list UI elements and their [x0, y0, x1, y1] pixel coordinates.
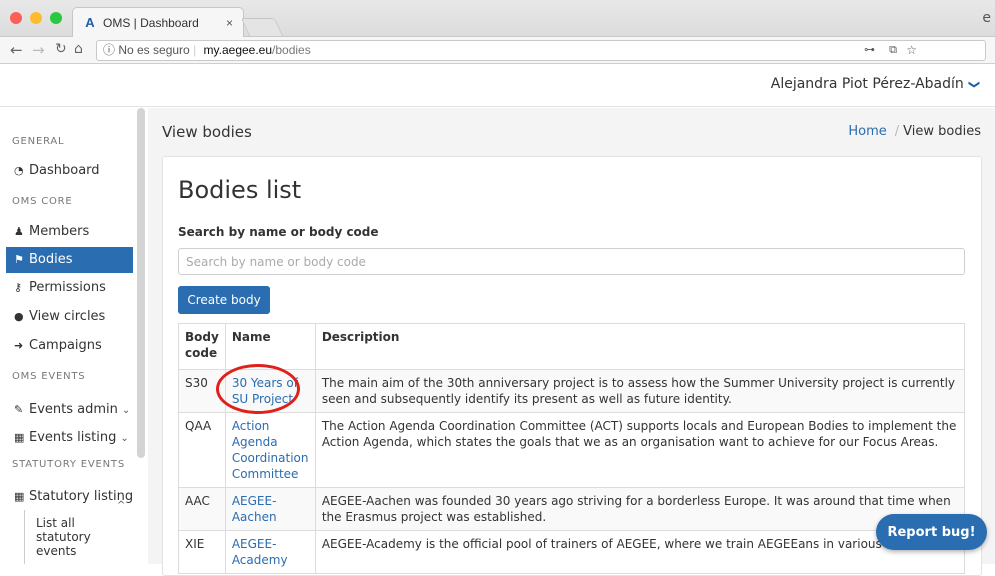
browser-tab-bar: A OMS | Dashboard × e	[0, 0, 995, 37]
flag-icon: ⚑	[14, 253, 24, 266]
calendar-icon: ▦	[14, 490, 25, 503]
submenu-divider	[24, 510, 25, 564]
cell-name-link[interactable]: 30 Years of SU Project	[224, 369, 316, 413]
chevron-down-icon: ❯	[967, 79, 981, 90]
table-row: XIE AEGEE-Academy AEGEE-Academy is the o…	[178, 530, 966, 574]
home-icon[interactable]: ⌂	[74, 41, 83, 57]
url-input[interactable]: ⓘ No es seguro | my.aegee.eu/bodies ⊶ ⧉ …	[96, 40, 986, 61]
sidebar-item-view-circles[interactable]: ● View circles	[6, 304, 133, 330]
sidebar-item-dashboard[interactable]: ◔ Dashboard	[6, 158, 133, 184]
table-row: QAA Action Agenda Coordination Committee…	[178, 412, 966, 488]
column-header-name: Name	[224, 323, 316, 370]
insecure-label: ⓘ No es seguro	[103, 43, 190, 57]
user-menu[interactable]: Alejandra Piot Pérez-Abadín ❯	[770, 76, 981, 92]
table-header-row: Body code Name Description	[178, 323, 966, 370]
cell-code: QAA	[178, 412, 226, 488]
key-icon[interactable]: ⊶	[864, 41, 875, 60]
cell-description: The Action Agenda Coordination Committee…	[314, 412, 966, 488]
sidebar-item-label: Bodies	[29, 252, 73, 267]
breadcrumb-separator: /	[894, 124, 900, 139]
chevron-down-icon: ⌄	[121, 405, 131, 416]
address-bar-row: ← → ↻ ⌂ ⓘ No es seguro | my.aegee.eu/bod…	[0, 37, 995, 93]
bodies-table: Body code Name Description S30 30 Years …	[178, 323, 966, 574]
sidebar-section-oms-events: OMS EVENTS	[12, 371, 86, 382]
card-title: Bodies list	[178, 176, 302, 204]
chevron-up-icon[interactable]: ^	[117, 500, 125, 511]
calendar-icon: ▦	[14, 431, 25, 444]
cell-description: The main aim of the 30th anniversary pro…	[314, 369, 966, 413]
maximize-window-button[interactable]	[50, 12, 62, 24]
reload-icon[interactable]: ↻	[55, 41, 67, 57]
tab-close-icon[interactable]: ×	[226, 16, 233, 30]
sidebar-item-statutory-listing[interactable]: ▦ Statutory listing	[6, 484, 133, 510]
bookmark-star-icon[interactable]: ☆	[906, 41, 917, 60]
url-host: my.aegee.eu	[203, 43, 273, 57]
breadcrumb-home-link[interactable]: Home	[848, 124, 886, 139]
sign-in-icon: ➜	[14, 339, 24, 352]
sidebar-item-bodies[interactable]: ⚑ Bodies	[6, 247, 133, 273]
translate-icon[interactable]: ⧉	[889, 41, 897, 60]
sidebar-item-label: Members	[29, 224, 90, 239]
sidebar-item-permissions[interactable]: ⚷ Permissions	[6, 275, 133, 301]
table-row: S30 30 Years of SU Project The main aim …	[178, 369, 966, 413]
browser-tab[interactable]: A OMS | Dashboard ×	[72, 7, 244, 37]
sidebar-item-label: Permissions	[29, 280, 106, 295]
sidebar-item-events-admin[interactable]: ✎ Events admin ⌄	[6, 397, 133, 423]
sidebar-item-campaigns[interactable]: ➜ Campaigns	[6, 333, 133, 359]
sidebar-section-statutory-events: STATUTORY EVENTS	[12, 459, 125, 470]
sidebar-item-label: View circles	[29, 309, 106, 324]
url-path: /bodies	[272, 43, 311, 57]
app-header: Alejandra Piot Pérez-Abadín ❯	[0, 64, 995, 107]
column-header-code: Body code	[178, 323, 226, 370]
cell-name-link[interactable]: AEGEE-Academy	[224, 530, 316, 574]
sidebar-scrollbar[interactable]	[137, 108, 145, 458]
sidebar-section-general: GENERAL	[12, 136, 65, 147]
cell-description: AEGEE-Academy is the official pool of tr…	[314, 530, 966, 574]
create-body-button[interactable]: Create body	[178, 286, 270, 314]
breadcrumb: Home / View bodies	[848, 124, 981, 139]
sidebar-item-members[interactable]: ♟ Members	[6, 219, 133, 245]
sidebar-item-label: Dashboard	[29, 163, 100, 178]
user-name: Alejandra Piot Pérez-Abadín	[770, 76, 964, 92]
user-icon: ♟	[14, 225, 24, 238]
new-tab-button[interactable]	[240, 18, 284, 36]
cell-name-link[interactable]: AEGEE-Aachen	[224, 487, 316, 531]
tab-title: OMS | Dashboard	[103, 15, 199, 30]
sidebar-section-oms-core: OMS CORE	[12, 196, 73, 207]
breadcrumb-current: View bodies	[903, 124, 981, 139]
report-bug-button[interactable]: Report bug!	[876, 514, 987, 550]
table-row: AAC AEGEE-Aachen AEGEE-Aachen was founde…	[178, 487, 966, 531]
close-window-button[interactable]	[10, 12, 22, 24]
cell-code: XIE	[178, 530, 226, 574]
cell-name-link[interactable]: Action Agenda Coordination Committee	[224, 412, 316, 488]
cell-description: AEGEE-Aachen was founded 30 years ago st…	[314, 487, 966, 531]
cell-code: S30	[178, 369, 226, 413]
key-icon: ⚷	[14, 281, 23, 294]
minimize-window-button[interactable]	[30, 12, 42, 24]
back-icon[interactable]: ←	[10, 41, 23, 59]
aegee-favicon-icon: A	[85, 14, 95, 30]
column-header-description: Description	[314, 323, 966, 370]
chevron-down-icon: ⌄	[120, 433, 129, 444]
wrench-icon: ✎	[14, 403, 24, 416]
dashboard-icon: ◔	[14, 164, 24, 177]
sidebar-item-events-listing[interactable]: ▦ Events listing ⌄	[6, 425, 133, 451]
search-input[interactable]	[178, 248, 965, 275]
cell-code: AAC	[178, 487, 226, 531]
sidebar-item-label: Campaigns	[29, 338, 102, 353]
forward-icon[interactable]: →	[32, 41, 45, 59]
search-label: Search by name or body code	[178, 225, 379, 239]
profile-icon[interactable]: e	[982, 10, 991, 26]
sidebar-item-label: Events admin	[29, 402, 118, 417]
circle-icon: ●	[14, 310, 24, 323]
page-title: View bodies	[162, 123, 252, 141]
sidebar-subitem-list-statutory[interactable]: List all statutory events	[36, 516, 126, 558]
sidebar-item-label: Events listing	[29, 430, 117, 445]
